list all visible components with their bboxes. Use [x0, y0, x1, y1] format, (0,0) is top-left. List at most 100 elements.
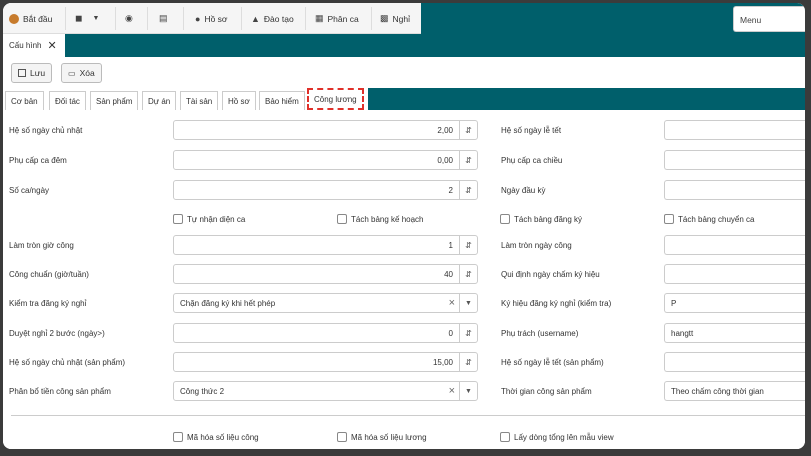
field-value: Theo chấm công thời gian — [671, 387, 764, 396]
divider — [65, 7, 66, 30]
spinner-icon[interactable]: ⇵ — [459, 265, 477, 283]
field-label: Thời gian công sản phẩm — [501, 387, 592, 396]
phu-cap-ca-dem-input[interactable]: 0,00 ⇵ — [173, 150, 478, 170]
clear-icon[interactable]: × — [449, 385, 455, 397]
tab-cong-luong[interactable]: Công lương — [307, 88, 364, 110]
ngay-dau-ky-input[interactable] — [664, 180, 805, 200]
lam-tron-gio-cong-input[interactable]: 1 ⇵ — [173, 235, 478, 255]
checkbox-box[interactable] — [173, 432, 183, 442]
close-icon[interactable]: ✕ — [47, 39, 56, 52]
duyet-nghi-2-buoc-input[interactable]: 0 ⇵ — [173, 323, 478, 343]
checkbox-box[interactable] — [500, 432, 510, 442]
checkbox-ma-hoa-so-lieu-cong[interactable]: Mã hóa số liệu công — [173, 432, 259, 442]
checkbox-label: Tách bảng chuyển ca — [678, 214, 755, 224]
tab-cau-hinh[interactable]: Cấu hình ✕ — [3, 34, 65, 57]
field-label: Hệ số ngày chủ nhật (sản phẩm) — [9, 358, 126, 367]
delete-button[interactable]: ▭ Xóa — [61, 63, 102, 83]
field-value: 2,00 — [437, 126, 453, 135]
spinner-icon[interactable]: ⇵ — [459, 151, 477, 169]
field-label: Làm tròn ngày công — [501, 241, 572, 250]
menu-nghi[interactable]: ▩ Nghỉ — [380, 3, 410, 34]
he-so-chu-nhat-input[interactable]: 2,00 ⇵ — [173, 120, 478, 140]
chart-icon: ▤ — [159, 13, 168, 23]
field-value: hangtt — [671, 329, 694, 338]
section-tabs: Cơ bản Đối tác Sản phẩm Dự án Tài sản Hồ… — [3, 88, 805, 110]
tab-co-ban[interactable]: Cơ bản — [5, 91, 44, 110]
lam-tron-ngay-cong-input[interactable] — [664, 235, 805, 255]
tab-bao-hiem[interactable]: Bảo hiểm — [259, 91, 305, 110]
field-value: P — [671, 299, 677, 308]
so-ca-ngay-input[interactable]: 2 ⇵ — [173, 180, 478, 200]
trash-icon: ▭ — [68, 68, 76, 78]
tab-ho-so[interactable]: Hồ sơ — [222, 91, 256, 110]
checkbox-box[interactable] — [173, 214, 183, 224]
he-so-le-tet-san-pham-input[interactable] — [664, 352, 805, 372]
field-label: Phụ trách (username) — [501, 329, 579, 338]
field-label: Qui định ngày chấm ký hiệu — [501, 270, 600, 279]
thoi-gian-cong-san-pham-input[interactable]: Theo chấm công thời gian — [664, 381, 805, 401]
checkbox-box[interactable] — [337, 432, 347, 442]
menu-dao-tao[interactable]: ▲ Đào tạo — [251, 3, 294, 34]
tab-doi-tac[interactable]: Đối tác — [49, 91, 86, 110]
spinner-icon[interactable]: ⇵ — [459, 353, 477, 371]
menu-phan-ca[interactable]: ▦ Phân ca — [315, 3, 359, 34]
phan-bo-tien-cong-select[interactable]: Công thức 2 × ▼ — [173, 381, 478, 401]
tab-tai-san[interactable]: Tài sản — [180, 91, 219, 110]
start-label: Bắt đầu — [23, 13, 53, 24]
start-menu[interactable]: Bắt đầu — [9, 3, 52, 34]
field-value: 0 — [448, 329, 453, 338]
tab-label: Cấu hình — [9, 41, 42, 50]
clear-icon[interactable]: × — [449, 297, 455, 309]
save-button[interactable]: Lưu — [11, 63, 53, 83]
kiem-tra-dang-ky-nghi-select[interactable]: Chặn đăng ký khi hết phép × ▼ — [173, 293, 478, 313]
he-so-le-tet-input[interactable] — [664, 120, 805, 140]
field-label: Phụ cấp ca đêm — [9, 156, 67, 165]
tab-san-pham[interactable]: Sản phẩm — [90, 91, 139, 110]
checkbox-label: Lấy dòng tổng lên mẫu view — [514, 432, 614, 442]
menu-chart[interactable]: ▤ — [159, 3, 168, 34]
field-value: 0,00 — [437, 156, 453, 165]
card-icon: ▩ — [380, 13, 389, 23]
menu-cube[interactable]: ◼ ▼ — [75, 3, 99, 34]
field-label: Hệ số ngày lễ tết — [501, 126, 562, 135]
spinner-icon[interactable]: ⇵ — [459, 121, 477, 139]
chevron-down-icon[interactable]: ▼ — [459, 294, 477, 312]
menu-dashboard[interactable]: ◉ — [125, 3, 133, 34]
save-label: Lưu — [30, 68, 46, 78]
tab-du-an[interactable]: Dự án — [142, 91, 177, 110]
chevron-down-icon[interactable]: ▼ — [459, 382, 477, 400]
logo-icon — [9, 13, 19, 24]
field-label: Làm tròn giờ công — [9, 241, 74, 250]
delete-label: Xóa — [79, 68, 95, 78]
field-label: Phân bổ tiền công sản phẩm — [9, 387, 111, 396]
field-value: Công thức 2 — [180, 387, 225, 396]
checkbox-tach-bang-chuyen-ca[interactable]: Tách bảng chuyển ca — [664, 214, 755, 224]
field-label: Công chuẩn (giờ/tuần) — [9, 270, 89, 279]
ky-hieu-dang-ky-nghi-input[interactable]: P — [664, 293, 805, 313]
checkbox-tach-bang-dang-ky[interactable]: Tách bảng đăng ký — [500, 214, 582, 224]
divider — [371, 7, 372, 30]
checkbox-ma-hoa-so-lieu-luong[interactable]: Mã hóa số liệu lương — [337, 432, 427, 442]
menu-ho-so[interactable]: ● Hồ sơ — [195, 3, 228, 34]
field-value: 1 — [448, 241, 453, 250]
qui-dinh-ngay-cham-input[interactable] — [664, 264, 805, 284]
checkbox-label: Tự nhận diện ca — [187, 214, 246, 224]
checkbox-box[interactable] — [337, 214, 347, 224]
field-label: Kiểm tra đăng ký nghỉ — [9, 299, 87, 308]
user-icon: ● — [195, 13, 201, 24]
spinner-icon[interactable]: ⇵ — [459, 181, 477, 199]
spinner-icon[interactable]: ⇵ — [459, 324, 477, 342]
checkbox-lay-dong-tong[interactable]: Lấy dòng tổng lên mẫu view — [500, 432, 614, 442]
phu-cap-ca-chieu-input[interactable] — [664, 150, 805, 170]
checkbox-tach-bang-ke-hoach[interactable]: Tách bảng kế hoạch — [337, 214, 424, 224]
spinner-icon[interactable]: ⇵ — [459, 236, 477, 254]
phu-trach-input[interactable]: hangtt — [664, 323, 805, 343]
menu-search[interactable]: Menu — [733, 6, 805, 32]
checkbox-box[interactable] — [500, 214, 510, 224]
he-so-chu-nhat-san-pham-input[interactable]: 15,00 ⇵ — [173, 352, 478, 372]
top-menu-bar: Bắt đầu ◼ ▼ ◉ ▤ ● Hồ sơ ▲ Đào tạo ▦ Phân… — [3, 3, 805, 34]
menu-dao-tao-label: Đào tạo — [263, 13, 294, 24]
checkbox-box[interactable] — [664, 214, 674, 224]
checkbox-tu-nhan-dien-ca[interactable]: Tự nhận diện ca — [173, 214, 245, 224]
cong-chuan-input[interactable]: 40 ⇵ — [173, 264, 478, 284]
